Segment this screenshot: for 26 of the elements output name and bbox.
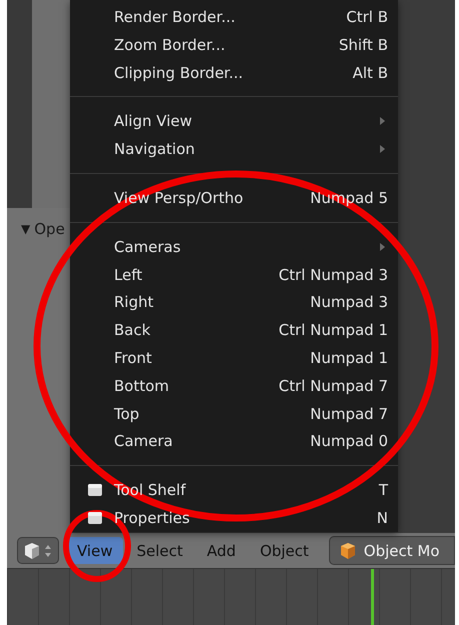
collapse-arrow[interactable]: ▼ — [21, 222, 30, 236]
menu-item[interactable]: Clipping Border... Alt B — [70, 58, 398, 86]
menu-item[interactable]: Align View — [70, 107, 398, 136]
menu-item[interactable]: Right Numpad 3 — [70, 288, 398, 316]
menu-item[interactable]: Top Numpad 7 — [70, 400, 398, 428]
menu-item[interactable]: Camera Numpad 0 — [70, 428, 398, 456]
menu-button[interactable]: Select — [126, 537, 193, 564]
panel-icon — [87, 511, 103, 526]
menu-item[interactable]: Zoom Border... Shift B — [70, 30, 398, 59]
submenu-arrow-icon — [379, 144, 386, 154]
mode-dropdown[interactable]: Object Mo — [328, 536, 455, 565]
menu-button[interactable]: Add — [196, 537, 246, 564]
menu-item[interactable]: Render Border... Ctrl B — [70, 3, 398, 31]
menu-item[interactable]: Front Numpad 1 — [70, 344, 398, 372]
menu-item[interactable]: Back Ctrl Numpad 1 — [70, 316, 398, 344]
editor-type-button[interactable] — [17, 537, 59, 564]
menu-button[interactable]: Object — [250, 537, 319, 564]
submenu-arrow-icon — [379, 116, 386, 126]
menu-button[interactable]: View — [67, 537, 123, 564]
menu-item[interactable]: Cameras — [70, 232, 398, 261]
panel-icon — [87, 483, 103, 498]
menu-item[interactable]: Left Ctrl Numpad 3 — [70, 260, 398, 288]
submenu-arrow-icon — [379, 242, 386, 252]
panel-title: Ope — [34, 220, 65, 238]
menu-item[interactable]: Navigation — [70, 135, 398, 164]
menu-item[interactable]: Bottom Ctrl Numpad 7 — [70, 372, 398, 400]
